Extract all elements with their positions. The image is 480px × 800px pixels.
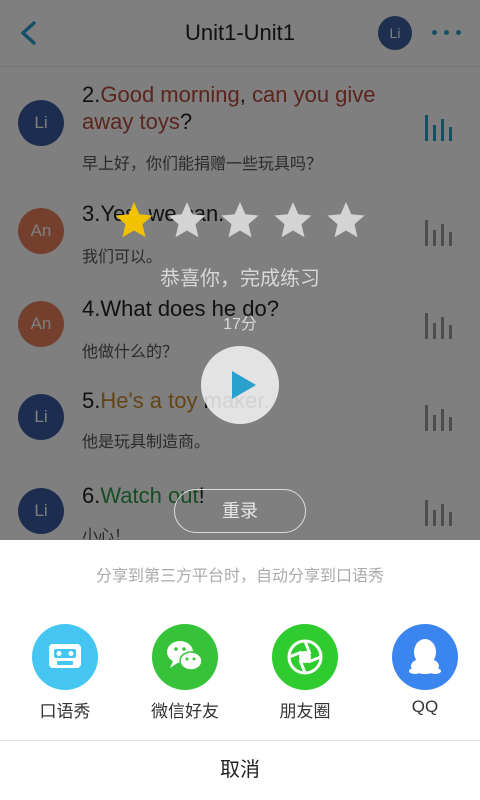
cancel-button[interactable]: 取消 xyxy=(0,741,480,800)
play-icon xyxy=(232,371,256,399)
wechat-icon xyxy=(152,624,218,690)
star-empty-icon xyxy=(168,202,206,238)
star-empty-icon xyxy=(274,202,312,238)
share-option-wechat[interactable]: 微信好友 xyxy=(130,624,240,724)
moments-icon xyxy=(272,624,338,690)
share-option-label: 微信好友 xyxy=(151,702,219,721)
share-option-kouyuxiu[interactable]: 口语秀 xyxy=(10,624,120,724)
star-empty-icon xyxy=(221,202,259,238)
modal-backdrop[interactable]: 恭喜你，完成练习 17分 重录 xyxy=(0,0,480,540)
cassette-icon xyxy=(32,624,98,690)
star-rating xyxy=(114,200,374,244)
app-screen: Unit1-Unit1 Li Li 2.Good morning, can yo… xyxy=(0,0,480,800)
play-button[interactable] xyxy=(201,346,279,424)
share-option-label: 口语秀 xyxy=(39,702,91,721)
qq-icon xyxy=(392,624,458,690)
share-option-label: QQ xyxy=(411,697,439,716)
share-option-qq[interactable]: QQ xyxy=(370,624,480,724)
share-hint-text: 分享到第三方平台时，自动分享到口语秀 xyxy=(95,568,384,585)
rerecord-button[interactable]: 重录 xyxy=(174,489,306,533)
share-option-moments[interactable]: 朋友圈 xyxy=(250,624,360,724)
star-empty-icon xyxy=(327,202,365,238)
share-option-label: 朋友圈 xyxy=(279,702,331,721)
share-sheet: 分享到第三方平台时，自动分享到口语秀 口语秀 微信好友 朋友圈 QQ 取消 xyxy=(0,540,480,800)
congrats-message: 恭喜你，完成练习 xyxy=(160,268,320,290)
score-label: 17分 xyxy=(223,316,257,333)
star-filled-icon xyxy=(115,202,153,238)
